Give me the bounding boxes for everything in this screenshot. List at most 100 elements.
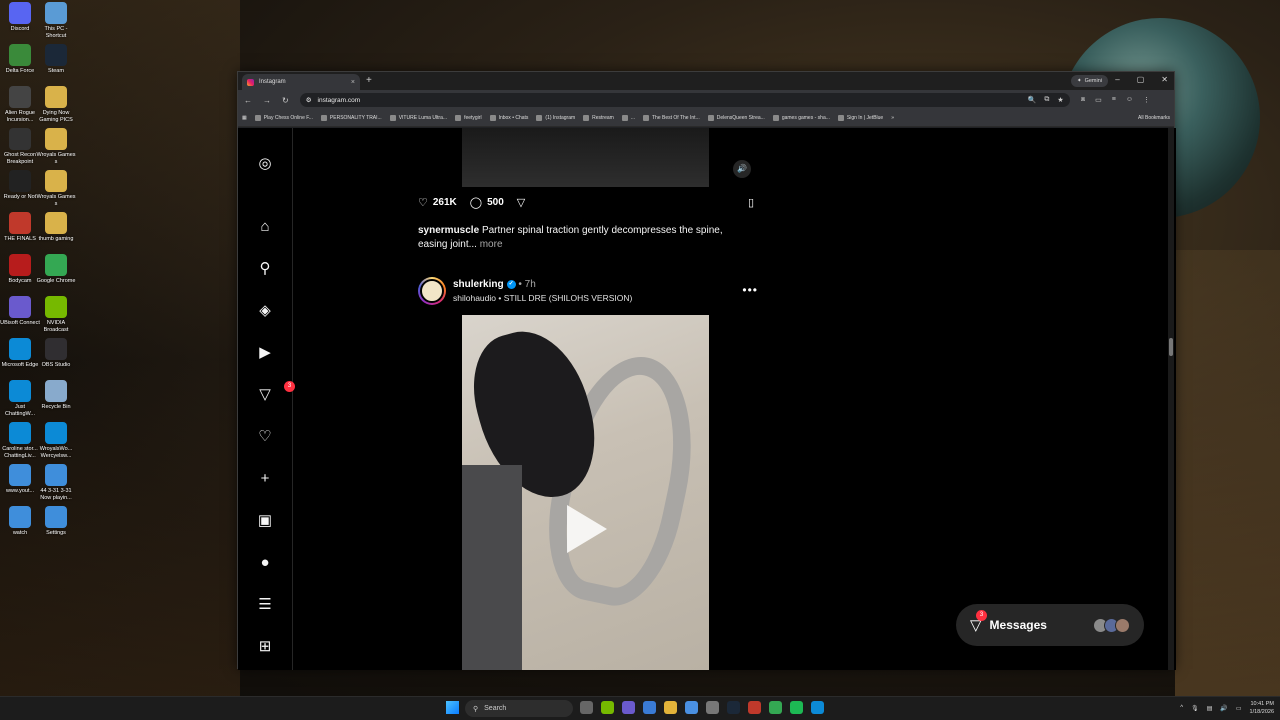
desktop-icon[interactable]: Settings — [36, 506, 76, 537]
more-menu-icon[interactable]: ☰ — [255, 595, 275, 615]
tab-instagram[interactable]: Instagram × — [242, 74, 360, 90]
mute-icon[interactable]: 🔊 — [733, 160, 751, 178]
close-window-button[interactable]: ✕ — [1161, 75, 1168, 84]
volume-icon[interactable]: 🔊 — [1220, 705, 1227, 712]
like-icon[interactable]: ♡ — [418, 196, 428, 209]
post2-username[interactable]: shulerking — [453, 279, 504, 290]
app-icon[interactable] — [748, 701, 761, 714]
bookmark-item[interactable]: (1) Instagram — [536, 115, 575, 121]
search-icon[interactable]: ⚲ — [255, 259, 275, 279]
chevron-up-icon[interactable]: ^ — [1180, 705, 1183, 711]
post-options-button[interactable]: ••• — [742, 283, 758, 297]
desktop-icon[interactable]: Wroyals Games s — [36, 128, 76, 166]
reload-button[interactable]: ↻ — [282, 96, 289, 105]
site-info-icon[interactable]: ⚙ — [306, 96, 312, 104]
gemini-button[interactable]: ✦ Gemini — [1070, 75, 1108, 87]
forward-button[interactable]: → — [263, 96, 271, 105]
bookmark-item[interactable]: feetygirl — [455, 115, 482, 121]
bookmark-item[interactable]: ... — [621, 115, 635, 121]
desktop-icon[interactable]: Microsoft Edge — [0, 338, 40, 369]
bookmark-star-icon[interactable]: ★ — [1057, 96, 1063, 104]
menu-icon[interactable]: ⋮ — [1143, 96, 1150, 104]
desktop-icon[interactable]: Caroline stor... ChattingLiv... — [0, 422, 40, 460]
desktop-icon[interactable]: NVIDIA Broadcast — [36, 296, 76, 334]
minimize-button[interactable]: – — [1115, 75, 1119, 84]
back-button[interactable]: ← — [244, 96, 252, 105]
comment-icon[interactable]: ◯ — [470, 196, 482, 209]
desktop-icon[interactable]: WroyalsWo... Wercyelsw... — [36, 422, 76, 460]
bookmark-item[interactable]: The Best Of The Int... — [643, 115, 700, 121]
desktop-icon[interactable]: Ready or Not — [0, 170, 40, 201]
bookmark-item[interactable]: DelensQueen Strea... — [707, 115, 765, 121]
bookmark-item[interactable]: Inbox • Chats — [489, 115, 528, 121]
desktop-icon[interactable]: Dying Now Gaming PICS — [36, 86, 76, 124]
start-button[interactable] — [446, 701, 459, 714]
bookmark-item[interactable]: VITURE Luma Ultra... — [389, 115, 447, 121]
zoom-icon[interactable]: 🔍 — [1028, 96, 1037, 104]
battery-icon[interactable]: ▭ — [1236, 705, 1242, 712]
desktop-icon[interactable]: Steam — [36, 44, 76, 75]
media-icon[interactable]: ≡ — [1112, 96, 1116, 104]
post1-video[interactable]: 🔊 — [410, 128, 762, 187]
desktop-icon[interactable]: Alien Rogue Incursion... — [0, 86, 40, 124]
caption-username[interactable]: synermuscle — [418, 225, 479, 236]
edge-icon[interactable] — [811, 701, 824, 714]
widgets-icon[interactable] — [643, 701, 656, 714]
copilot-icon[interactable] — [622, 701, 635, 714]
desktop-icon[interactable]: Google Chrome — [36, 254, 76, 285]
url-text[interactable]: instagram.com — [318, 97, 361, 104]
chrome-icon[interactable] — [769, 701, 782, 714]
store-icon[interactable] — [685, 701, 698, 714]
desktop-icon[interactable]: Recycle Bin — [36, 380, 76, 411]
heart-icon[interactable]: ♡ — [255, 427, 275, 447]
dashboard-icon[interactable]: ▣ — [255, 511, 275, 531]
desktop-icon[interactable]: Bodycam — [0, 254, 40, 285]
share-icon[interactable]: ▽ — [517, 196, 525, 209]
install-icon[interactable]: ⧉ — [1044, 96, 1049, 104]
spotify-icon[interactable] — [790, 701, 803, 714]
bookmarks-overflow-icon[interactable]: » — [891, 115, 894, 121]
all-bookmarks-button[interactable]: All Bookmarks — [1138, 115, 1170, 121]
desktop-icon[interactable]: watch — [0, 506, 40, 537]
desktop-icon[interactable]: Wroyals Games s — [36, 170, 76, 208]
bookmark-item[interactable]: Sign In | JetBlue — [837, 115, 883, 121]
desktop-icon[interactable]: THE FINALS — [0, 212, 40, 243]
desktop-icon[interactable]: OBS Studio — [36, 338, 76, 369]
reels-icon[interactable]: ▶ — [255, 343, 275, 363]
also-from-meta-icon[interactable]: ⊞ — [255, 637, 275, 657]
home-icon[interactable]: ⌂ — [255, 217, 275, 237]
desktop-icon[interactable]: UBisoft Connect — [0, 296, 40, 327]
maximize-button[interactable]: ▢ — [1137, 75, 1145, 84]
bookmark-item[interactable]: games games - sha... — [772, 115, 830, 121]
omnibox[interactable]: ⚙ instagram.com 🔍 ⧉ ★ — [299, 93, 1070, 107]
direct-messages-icon[interactable]: ▽ 3 — [255, 381, 295, 405]
extensions-icon[interactable]: ⧈ — [1081, 96, 1085, 104]
post2-video[interactable] — [410, 315, 762, 670]
bookmark-item[interactable]: Play Chess Online F... — [254, 115, 313, 121]
steam-icon[interactable] — [727, 701, 740, 714]
create-icon[interactable]: + — [255, 469, 275, 489]
save-icon[interactable]: ▯ — [748, 196, 754, 209]
avatar[interactable] — [418, 277, 446, 305]
sidepanel-icon[interactable]: ▭ — [1095, 96, 1102, 104]
desktop-icon[interactable]: thumb gaming — [36, 212, 76, 243]
desktop-icon[interactable]: 44 3-31 3-31 Now playin... — [36, 464, 76, 502]
file-explorer-icon[interactable] — [664, 701, 677, 714]
tab-close-icon[interactable]: × — [351, 79, 355, 86]
apps-icon[interactable]: ▦ — [242, 115, 247, 121]
profile-avatar-icon[interactable]: ● — [255, 553, 275, 573]
network-icon[interactable]: ▤ — [1207, 705, 1213, 712]
new-tab-button[interactable]: + — [366, 75, 372, 86]
bookmark-item[interactable]: PERSONALITY TRAI... — [320, 115, 382, 121]
explore-icon[interactable]: ◈ — [255, 301, 275, 321]
taskbar-search[interactable]: ⚲ Search — [465, 700, 573, 717]
clock[interactable]: 10:41 PM 1/18/2026 — [1250, 700, 1274, 716]
task-view-icon[interactable] — [580, 701, 593, 714]
more-link[interactable]: more — [480, 239, 503, 250]
play-icon[interactable] — [567, 505, 607, 553]
mic-icon[interactable]: 🎙 — [1191, 705, 1199, 712]
desktop-icon[interactable]: Discord — [0, 2, 40, 33]
desktop-icon[interactable]: This PC - Shortcut — [36, 2, 76, 40]
page-scrollbar[interactable] — [1168, 128, 1174, 670]
desktop-icon[interactable]: www.yout... — [0, 464, 40, 495]
